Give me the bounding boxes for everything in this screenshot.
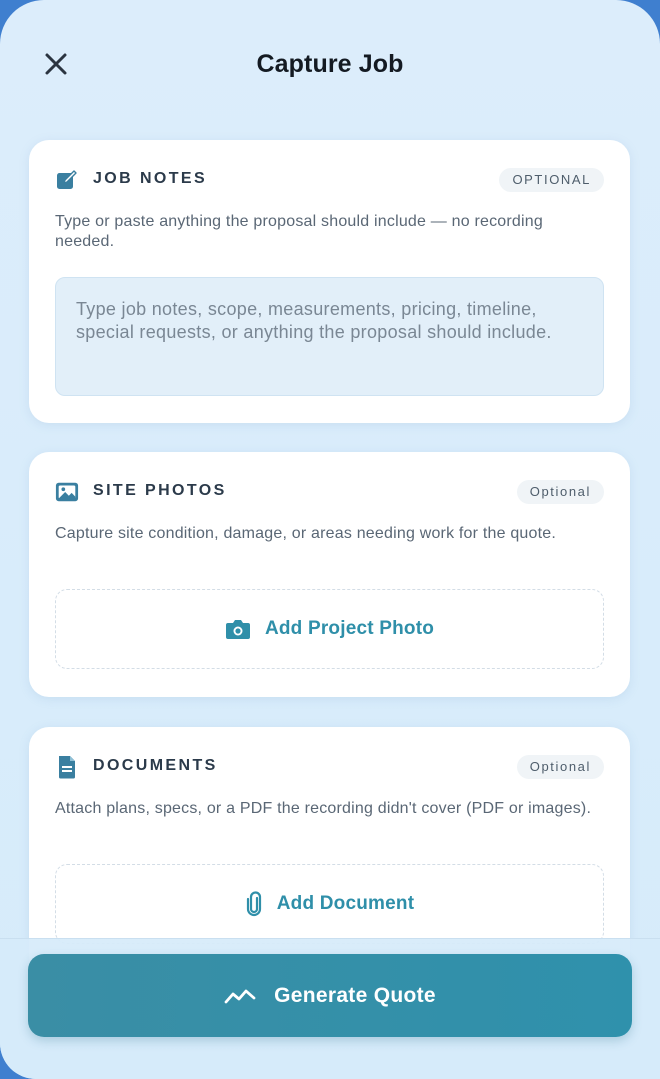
page-title: Capture Job [256, 50, 404, 78]
documents-title: DOCUMENTS [93, 757, 218, 774]
add-document-label: Add Document [276, 893, 415, 914]
document-icon [55, 755, 79, 779]
job-notes-card: JOB NOTES OPTIONAL Type or paste anythin… [29, 140, 630, 423]
job-notes-header: JOB NOTES OPTIONAL [55, 166, 604, 194]
header: Capture Job [0, 0, 660, 130]
job-notes-title: JOB NOTES [93, 170, 208, 187]
optional-badge: Optional [516, 480, 604, 504]
optional-badge: OPTIONAL [499, 168, 604, 192]
add-document-button[interactable]: Add Document [55, 864, 604, 944]
documents-header: DOCUMENTS Optional [55, 753, 604, 781]
image-icon [55, 480, 79, 504]
generate-quote-button[interactable]: Generate Quote [28, 954, 632, 1037]
site-photos-header: SITE PHOTOS Optional [55, 478, 604, 506]
site-photos-card: SITE PHOTOS Optional Capture site condit… [29, 452, 630, 697]
footer-bar: Generate Quote [0, 938, 660, 1079]
job-notes-input[interactable]: Type job notes, scope, measurements, pri… [55, 277, 604, 396]
add-project-photo-button[interactable]: Add Project Photo [55, 589, 604, 669]
add-project-photo-label: Add Project Photo [264, 618, 435, 639]
trend-icon [224, 989, 256, 1003]
edit-icon [55, 168, 79, 192]
documents-description: Attach plans, specs, or a PDF the record… [55, 800, 592, 817]
site-photos-description: Capture site condition, damage, or areas… [55, 525, 557, 542]
job-notes-description: Type or paste anything the proposal shou… [55, 213, 543, 250]
site-photos-title: SITE PHOTOS [93, 482, 227, 499]
capture-job-sheet: Capture Job JOB NOTES OPTIONAL Type or p… [0, 0, 660, 1079]
optional-badge: Optional [516, 755, 604, 779]
camera-icon [225, 620, 250, 639]
generate-quote-label: Generate Quote [274, 983, 436, 1007]
paperclip-icon [246, 891, 261, 917]
